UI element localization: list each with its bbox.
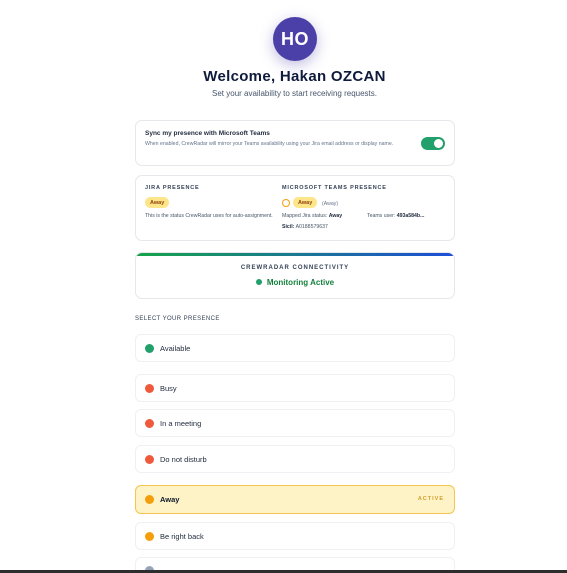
toggle-knob bbox=[434, 139, 443, 148]
active-badge: ACTIVE bbox=[417, 496, 444, 502]
presence-option[interactable]: Do not disturb bbox=[135, 445, 455, 473]
sicil-value: A0188579637 bbox=[295, 224, 328, 230]
sicil-label: Sicil: bbox=[282, 224, 295, 230]
teams-sync-description: When enabled, CrewRadar will mirror your… bbox=[145, 141, 394, 147]
presence-section-label: SELECT YOUR PRESENCE bbox=[135, 316, 220, 322]
jira-status-badge: Away bbox=[145, 197, 170, 208]
teams-status-ring-icon bbox=[282, 199, 290, 207]
presence-option[interactable]: Be right back bbox=[135, 522, 455, 550]
connectivity-card: CREWRADAR CONNECTIVITY Monitoring Active bbox=[135, 252, 455, 299]
jira-presence-label: JIRA PRESENCE bbox=[145, 185, 200, 191]
presence-option[interactable]: In a meeting bbox=[135, 409, 455, 437]
welcome-subtitle: Set your availability to start receiving… bbox=[212, 89, 377, 98]
presence-dot-icon bbox=[145, 384, 154, 393]
connectivity-status-text: Monitoring Active bbox=[266, 278, 335, 287]
mapped-status-value: Away bbox=[328, 213, 343, 219]
presence-dot-icon bbox=[145, 344, 154, 353]
mapped-status-label: Mapped Jira status: bbox=[282, 213, 328, 219]
teams-user: Teams user: 493a584b... bbox=[367, 213, 424, 219]
teams-status-raw: (Away) bbox=[322, 201, 339, 207]
presence-option-label: In a meeting bbox=[160, 419, 202, 428]
presence-option-label: Available bbox=[160, 344, 191, 353]
teams-user-label: Teams user: bbox=[367, 213, 396, 219]
connectivity-title: CREWRADAR CONNECTIVITY bbox=[240, 265, 350, 271]
presence-option-label: Busy bbox=[160, 384, 177, 393]
presence-option-label: Be right back bbox=[160, 532, 204, 541]
presence-option[interactable]: Away ACTIVE bbox=[135, 485, 455, 514]
status-dot-icon bbox=[255, 278, 262, 285]
teams-presence-label: MICROSOFT TEAMS PRESENCE bbox=[282, 185, 387, 191]
sicil: Sicil: A0188579637 bbox=[282, 224, 328, 230]
teams-user-value: 493a584b... bbox=[396, 213, 425, 219]
presence-option-label: Do not disturb bbox=[160, 455, 207, 464]
avatar: HO bbox=[273, 17, 317, 61]
presence-dot-icon bbox=[145, 495, 154, 504]
teams-sync-card: Sync my presence with Microsoft Teams Wh… bbox=[135, 120, 455, 166]
connectivity-status: Monitoring Active bbox=[136, 278, 454, 287]
presence-status-card: JIRA PRESENCE Away This is the status Cr… bbox=[135, 175, 455, 241]
jira-presence-note: This is the status CrewRadar uses for au… bbox=[145, 213, 273, 219]
presence-dot-icon bbox=[145, 419, 154, 428]
teams-sync-title: Sync my presence with Microsoft Teams bbox=[145, 130, 270, 137]
presence-dot-icon bbox=[145, 532, 154, 541]
presence-option[interactable]: Busy bbox=[135, 374, 455, 402]
connectivity-accent-bar bbox=[136, 253, 454, 256]
welcome-heading: Welcome, Hakan OZCAN bbox=[203, 68, 386, 85]
teams-sync-toggle[interactable] bbox=[421, 137, 445, 150]
mapped-status: Mapped Jira status: Away bbox=[282, 213, 342, 219]
presence-dot-icon bbox=[145, 455, 154, 464]
presence-option[interactable]: Available bbox=[135, 334, 455, 362]
presence-option-label: Away bbox=[160, 495, 180, 504]
teams-status-badge: Away bbox=[293, 197, 318, 208]
